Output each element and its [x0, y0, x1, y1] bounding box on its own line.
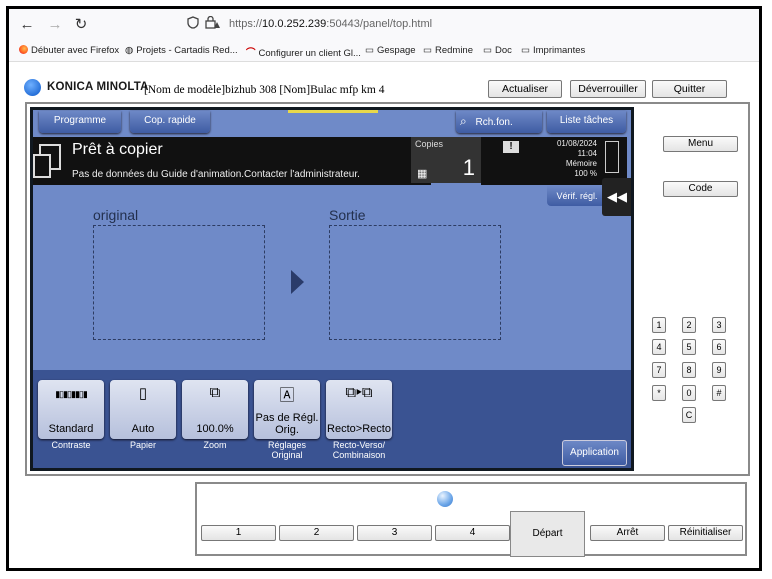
keypad-grid-icon: ▦ [417, 168, 428, 180]
status-message: Pas de données du Guide d'animation.Cont… [72, 169, 360, 180]
start-button[interactable]: Départ [510, 511, 585, 557]
copies-display[interactable]: Copies ▦ 1 [411, 137, 481, 183]
refresh-button[interactable]: Actualiser [488, 80, 562, 98]
reset-button[interactable]: Réinitialiser [668, 525, 743, 541]
search-icon: ⌕ [460, 114, 467, 128]
folder-icon: ▭ [423, 45, 432, 56]
bookmark-imprimantes[interactable]: ▭ Imprimantes [521, 45, 585, 56]
zoom-button[interactable]: ⧉ 100.0% [182, 380, 248, 439]
reload-button[interactable]: ↻ [71, 15, 91, 35]
copy-icon [33, 144, 61, 178]
duplex-label: Recto-Verso/ Combinaison [332, 440, 386, 460]
search-button[interactable]: ⌕ Rch.fon. [456, 111, 542, 133]
keypad-key-clear[interactable]: C [682, 407, 696, 423]
url-text[interactable]: https://10.0.252.239:50443/panel/top.htm… [229, 18, 432, 30]
keypad-key-2[interactable]: 2 [682, 317, 696, 333]
contrast-label: Contraste [51, 440, 91, 450]
lower-panel: 1 2 3 4 Départ Arrêt Réinitialiser [195, 482, 747, 557]
zoom-icon: ⧉ [209, 384, 221, 401]
folder-icon: ▭ [483, 45, 492, 56]
register-key-4[interactable]: 4 [435, 525, 510, 541]
menu-button[interactable]: Menu [663, 136, 738, 152]
paper-label: Papier [129, 440, 156, 450]
zoom-label: Zoom [203, 440, 227, 450]
original-settings-label: Réglages Original [267, 440, 307, 460]
original-label: original [93, 207, 139, 223]
register-key-3[interactable]: 3 [357, 525, 432, 541]
indicator-strip [288, 110, 378, 113]
output-label: Sortie [329, 207, 366, 223]
duplex-icon: ⧉▸⧉ [345, 384, 373, 401]
back-button[interactable]: ← [17, 15, 37, 35]
memory-gauge-icon [605, 141, 619, 173]
bookmark-redmine[interactable]: ▭ Redmine [423, 45, 473, 56]
original-icon: 🄰 [279, 387, 295, 404]
register-key-1[interactable]: 1 [201, 525, 276, 541]
paper-icon: ▯ [138, 385, 148, 402]
bookmark-configurer[interactable]: ⌒ Configurer un client Gl... [246, 45, 361, 59]
bookmark-doc[interactable]: ▭ Doc [483, 45, 512, 56]
keypad-key-3[interactable]: 3 [712, 317, 726, 333]
status-led-icon [437, 491, 453, 507]
shield-icon[interactable] [187, 16, 199, 32]
arrow-right-icon [291, 270, 304, 294]
browser-nav-bar: ← → ↻ https://10.0.252.239:50443/panel/t… [9, 9, 759, 41]
bookmark-gespage[interactable]: ▭ Gespage [365, 45, 416, 56]
register-key-2[interactable]: 2 [279, 525, 354, 541]
touch-screen: Programme Cop. rapide ⌕ Rch.fon. Liste t… [30, 107, 634, 471]
job-list-button[interactable]: Liste tâches [547, 111, 626, 133]
forward-button[interactable]: → [45, 15, 65, 35]
lock-warning-icon[interactable] [205, 15, 221, 32]
arc-icon: ⌒ [246, 48, 256, 59]
bookmark-firefox[interactable]: Débuter avec Firefox [19, 45, 119, 56]
control-panel: Programme Cop. rapide ⌕ Rch.fon. Liste t… [25, 102, 750, 476]
bookmark-cartadis[interactable]: ◍ Projets - Cartadis Red... [125, 45, 238, 56]
original-settings-button[interactable]: 🄰 Pas de Régl. Orig. [254, 380, 320, 439]
keypad-key-7[interactable]: 7 [652, 362, 666, 378]
screenshot-frame: ← → ↻ https://10.0.252.239:50443/panel/t… [6, 6, 762, 571]
contrast-button[interactable]: ▮▯▮▯▮▮▯▮ Standard [38, 380, 104, 439]
keypad-key-9[interactable]: 9 [712, 362, 726, 378]
double-chevron-left-icon: ◀◀ [607, 189, 627, 204]
code-button[interactable]: Code [663, 181, 738, 197]
keypad-key-6[interactable]: 6 [712, 339, 726, 355]
model-name: [Nom de modèle]bizhub 308 [Nom]Bulac mfp… [144, 84, 385, 96]
folder-icon: ▭ [365, 45, 374, 56]
keypad-key-5[interactable]: 5 [682, 339, 696, 355]
unlock-button[interactable]: Déverrouiller [570, 80, 646, 98]
bookmarks-bar: Débuter avec Firefox ◍ Projets - Cartadis… [9, 41, 759, 62]
copies-label: Copies [415, 139, 444, 149]
stop-button[interactable]: Arrêt [590, 525, 665, 541]
collapse-panel-button[interactable]: ◀◀ [602, 178, 631, 216]
tab-quick-copy[interactable]: Cop. rapide [130, 111, 210, 133]
keypad-key-8[interactable]: 8 [682, 362, 696, 378]
copies-value: 1 [462, 155, 475, 180]
brand-name: KONICA MINOLTA [47, 81, 149, 93]
status-bar: Prêt à copier Pas de données du Guide d'… [33, 137, 431, 185]
quit-button[interactable]: Quitter [652, 80, 727, 98]
status-title: Prêt à copier [72, 141, 163, 158]
contrast-icon: ▮▯▮▯▮▮▯▮ [55, 389, 88, 399]
keypad-key-4[interactable]: 4 [652, 339, 666, 355]
verify-settings-button[interactable]: Vérif. régl. [547, 186, 607, 206]
folder-icon: ▭ [521, 45, 530, 56]
url-bar[interactable]: https://10.0.252.239:50443/panel/top.htm… [177, 13, 754, 37]
konica-minolta-logo-icon [24, 79, 41, 96]
keypad-key-0[interactable]: 0 [682, 385, 696, 401]
original-preview [93, 225, 265, 340]
date-time-memory: 01/08/2024 11:04 Mémoire 100 % [556, 139, 597, 178]
tab-program[interactable]: Programme [39, 111, 121, 133]
output-preview [329, 225, 501, 340]
keypad-key-1[interactable]: 1 [652, 317, 666, 333]
keypad-key-star[interactable]: * [652, 385, 666, 401]
application-button[interactable]: Application [562, 440, 627, 466]
keypad-key-hash[interactable]: # [712, 385, 726, 401]
firefox-icon [19, 45, 28, 54]
globe-icon: ◍ [125, 45, 134, 56]
duplex-button[interactable]: ⧉▸⧉ Recto>Recto [326, 380, 392, 439]
warning-icon[interactable]: ! [503, 141, 519, 153]
paper-button[interactable]: ▯ Auto [110, 380, 176, 439]
